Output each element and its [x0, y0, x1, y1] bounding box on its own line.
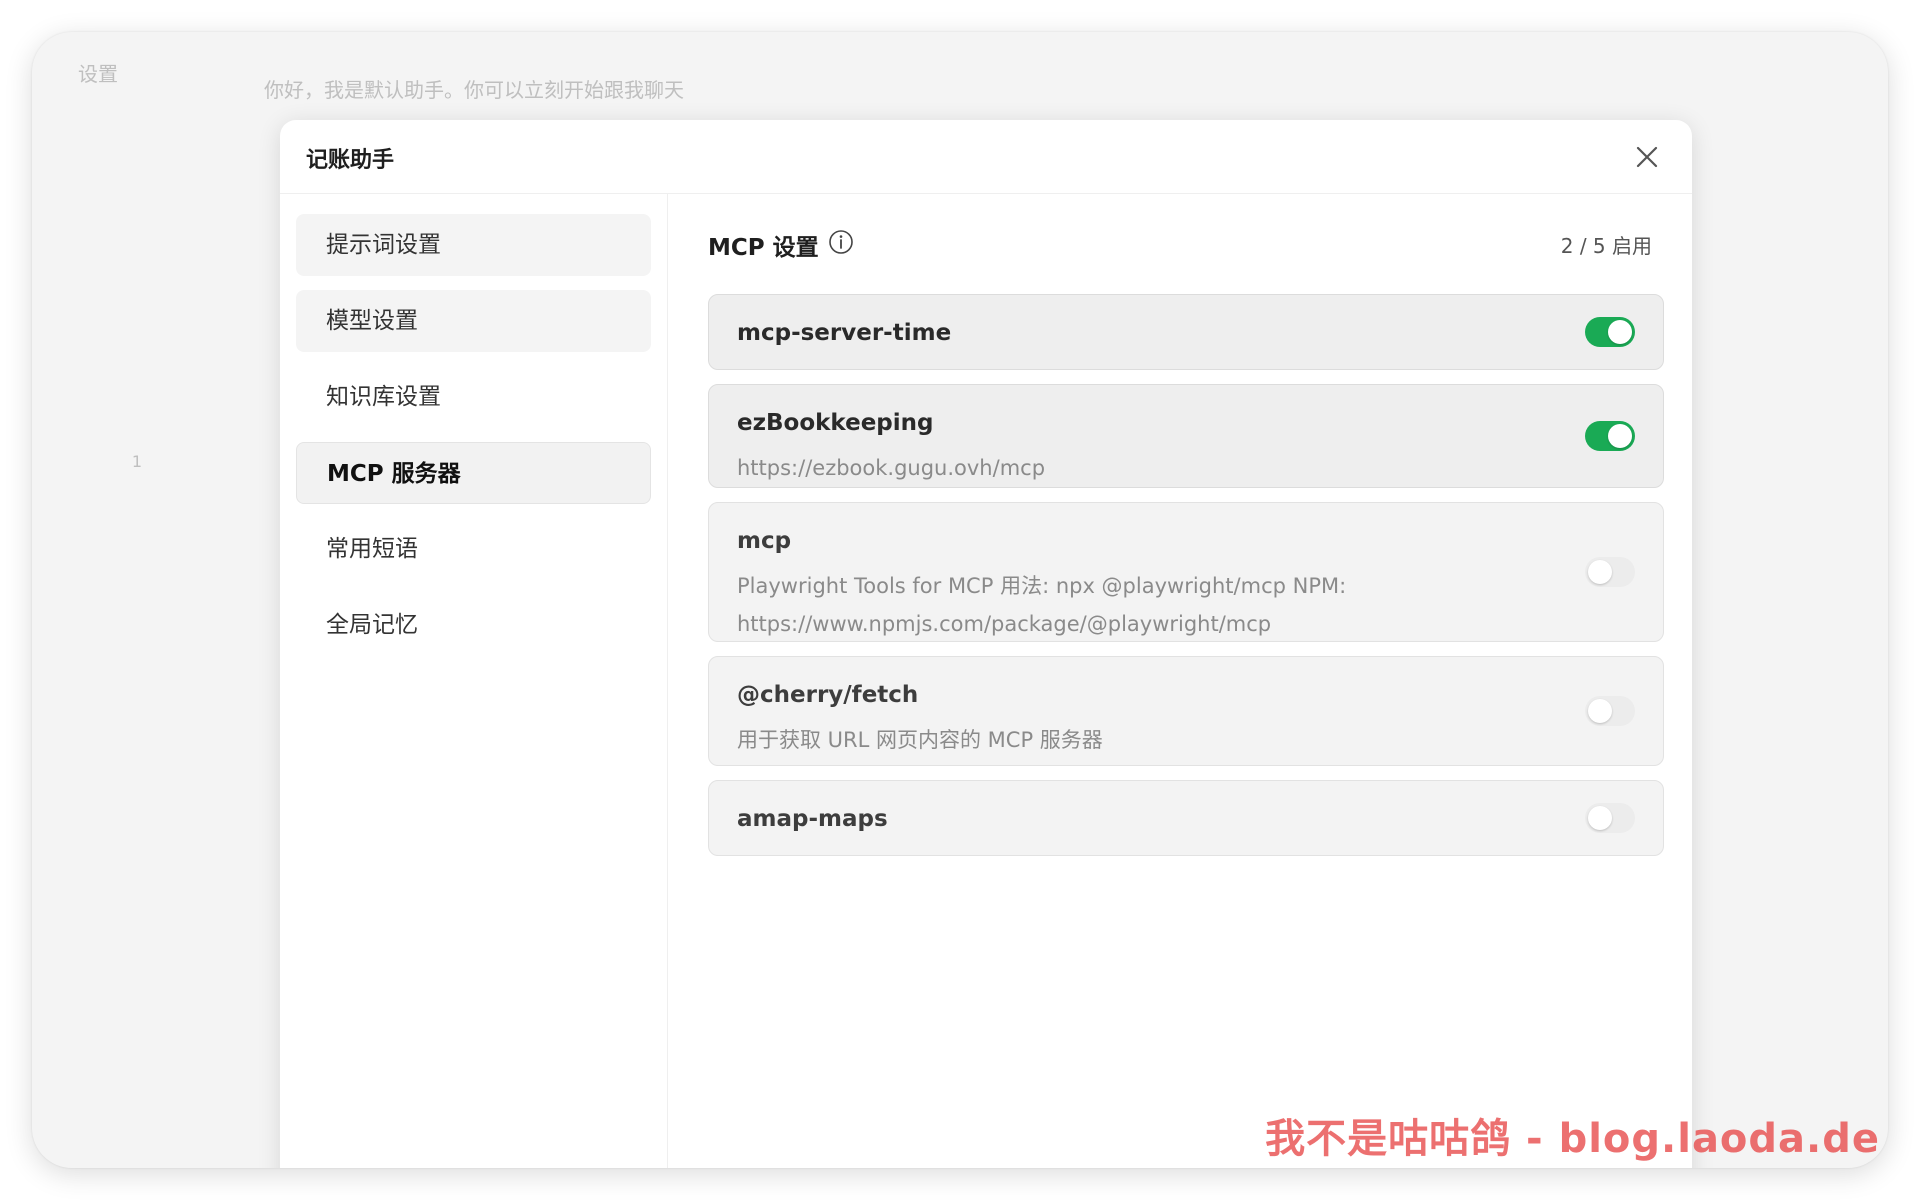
close-button[interactable] — [1630, 140, 1664, 174]
toggle-knob — [1588, 806, 1612, 830]
mcp-settings-panel: MCP 设置 2 / 5 启用 mcp-server-time ezBookke… — [668, 194, 1692, 1168]
modal-title: 记账助手 — [306, 148, 395, 173]
sidebar-item-model-settings[interactable]: 模型设置 — [296, 290, 651, 352]
mcp-server-list: mcp-server-time ezBookkeeping https://ez… — [708, 294, 1664, 856]
server-description: Playwright Tools for MCP 用法: npx @playwr… — [737, 574, 1347, 636]
server-toggle[interactable] — [1585, 421, 1635, 451]
close-icon — [1636, 146, 1658, 168]
toggle-knob — [1588, 560, 1612, 584]
toggle-knob — [1608, 320, 1632, 344]
mcp-server-card[interactable]: amap-maps — [708, 780, 1664, 856]
app-window: 设置 你好，我是默认助手。你可以立刻开始跟我聊天 1 记账助手 提示词设置 模型… — [32, 32, 1888, 1168]
sidebar-item-mcp-servers[interactable]: MCP 服务器 — [296, 442, 651, 504]
watermark-text: 我不是咕咕鸽 - blog.laoda.de — [1265, 1116, 1880, 1162]
toggle-knob — [1608, 424, 1632, 448]
mcp-server-card[interactable]: @cherry/fetch 用于获取 URL 网页内容的 MCP 服务器 — [708, 656, 1664, 766]
enabled-counter: 2 / 5 启用 — [1560, 234, 1652, 258]
mcp-server-card[interactable]: mcp-server-time — [708, 294, 1664, 370]
modal-header: 记账助手 — [280, 120, 1692, 194]
sidebar-item-prompt-settings[interactable]: 提示词设置 — [296, 214, 651, 276]
info-icon[interactable] — [828, 229, 854, 255]
server-description: 用于获取 URL 网页内容的 MCP 服务器 — [737, 728, 1103, 752]
server-toggle[interactable] — [1585, 696, 1635, 726]
toggle-knob — [1588, 699, 1612, 723]
server-name: mcp — [737, 528, 792, 554]
mcp-server-card[interactable]: mcp Playwright Tools for MCP 用法: npx @pl… — [708, 502, 1664, 642]
server-toggle[interactable] — [1585, 803, 1635, 833]
server-toggle[interactable] — [1585, 557, 1635, 587]
mcp-section-title: MCP 设置 — [708, 235, 819, 261]
sidebar-item-knowledge-settings[interactable]: 知识库设置 — [296, 366, 651, 428]
server-name: amap-maps — [737, 806, 888, 832]
mcp-section-header: MCP 设置 2 / 5 启用 — [708, 194, 1652, 294]
server-name: mcp-server-time — [737, 320, 952, 346]
server-description: https://ezbook.gugu.ovh/mcp — [737, 456, 1046, 480]
sidebar-item-common-phrases[interactable]: 常用短语 — [296, 518, 651, 580]
settings-sidebar: 提示词设置 模型设置 知识库设置 MCP 服务器 常用短语 全局记忆 — [280, 194, 668, 1168]
mcp-server-card[interactable]: ezBookkeeping https://ezbook.gugu.ovh/mc… — [708, 384, 1664, 488]
server-name: @cherry/fetch — [737, 682, 919, 708]
server-toggle[interactable] — [1585, 317, 1635, 347]
assistant-settings-modal: 记账助手 提示词设置 模型设置 知识库设置 MCP 服务器 常用短语 全局记忆 … — [280, 120, 1692, 1168]
sidebar-item-global-memory[interactable]: 全局记忆 — [296, 594, 651, 656]
server-name: ezBookkeeping — [737, 410, 934, 436]
